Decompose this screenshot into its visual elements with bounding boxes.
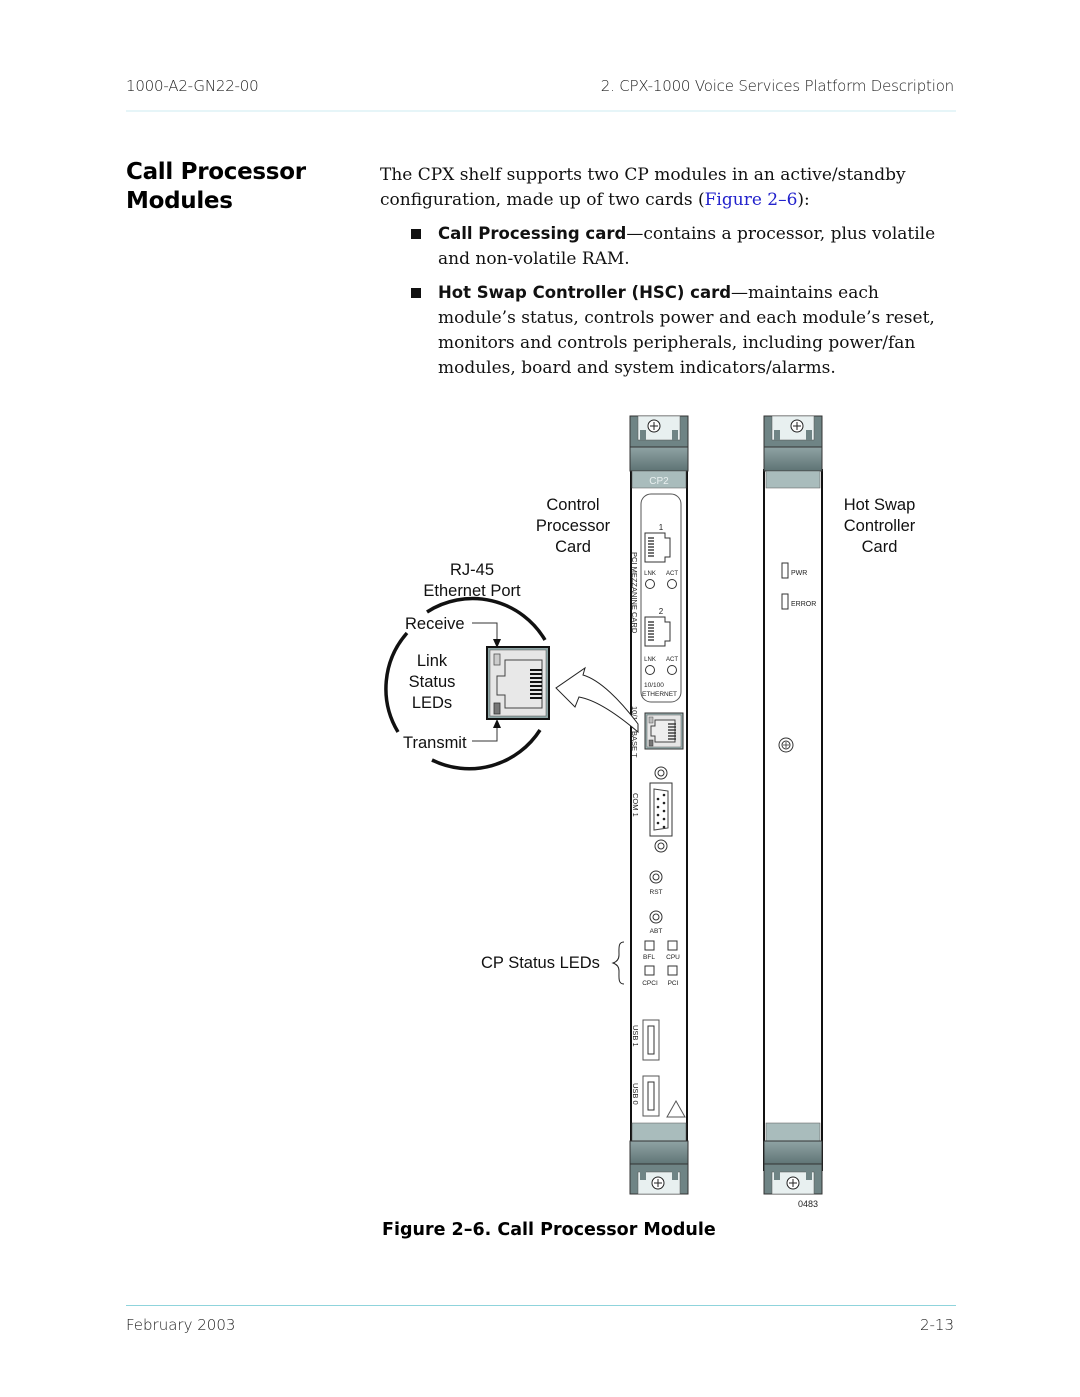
label-line: Card bbox=[555, 538, 591, 556]
intro-text: The CPX shelf supports two CP modules in… bbox=[380, 165, 906, 210]
mezzanine-label: PCI MEZZANINE CARD bbox=[630, 552, 639, 634]
page-number: 2-13 bbox=[919, 1316, 954, 1334]
usb1-port[interactable] bbox=[642, 1019, 660, 1061]
label-line: Controller bbox=[843, 517, 916, 535]
port1-act-label: ACT bbox=[666, 571, 678, 577]
eth-speed-label: 10/100 bbox=[644, 682, 664, 689]
receive-led bbox=[493, 653, 501, 666]
figure-caption: Figure 2–6. Call Processor Module bbox=[382, 1220, 716, 1240]
label-line: Hot Swap bbox=[843, 496, 916, 514]
port2-act-led bbox=[667, 665, 677, 675]
label-rj45-ethernet-port: RJ-45 Ethernet Port bbox=[412, 560, 532, 602]
label-line: Processor bbox=[535, 517, 611, 535]
hsc-bottom-handle[interactable] bbox=[763, 1122, 823, 1195]
callout-arrow-icon bbox=[555, 666, 639, 734]
cpci-label: CPCI bbox=[642, 980, 658, 987]
hsc-top-handle[interactable] bbox=[763, 415, 823, 489]
cpu-label: CPU bbox=[666, 954, 680, 961]
port2-lnk-label: LNK bbox=[644, 657, 656, 663]
port1-label: 1 bbox=[659, 523, 664, 532]
hsc-screw bbox=[778, 737, 794, 753]
section-title-line2: Modules bbox=[126, 188, 233, 214]
transmit-leader bbox=[472, 722, 498, 742]
reset-button[interactable] bbox=[649, 870, 663, 884]
bullet-list: Call Processing card—contains a processo… bbox=[380, 221, 960, 381]
usb0-label: USB 0 bbox=[631, 1083, 640, 1105]
cp-bottom-handle[interactable] bbox=[629, 1122, 689, 1195]
bfl-led bbox=[644, 940, 655, 951]
label-link-status-leds: Link Status LEDs bbox=[400, 651, 464, 714]
bullet-term: Hot Swap Controller (HSC) card bbox=[438, 283, 732, 302]
label-line: Control bbox=[546, 496, 600, 514]
bullet-square-icon bbox=[411, 229, 421, 239]
receive-leader bbox=[472, 622, 498, 646]
intro-paragraph: The CPX shelf supports two CP modules in… bbox=[380, 163, 960, 213]
cpci-led bbox=[644, 965, 655, 976]
label-cp-status-leds: CP Status LEDs bbox=[481, 954, 600, 972]
footer-rule bbox=[126, 1305, 956, 1306]
port1-act-led bbox=[667, 579, 677, 589]
port2-lnk-led bbox=[645, 665, 655, 675]
label-hot-swap-controller-card: Hot Swap Controller Card bbox=[832, 495, 927, 558]
bullet-hot-swap-controller-card: Hot Swap Controller (HSC) card—maintains… bbox=[380, 280, 960, 381]
cp-slot-label: CP2 bbox=[649, 476, 669, 487]
base-t-ethernet-port[interactable] bbox=[644, 712, 684, 750]
header-rule bbox=[126, 110, 956, 112]
figure-link[interactable]: Figure 2–6 bbox=[705, 190, 798, 210]
com-label: COM 1 bbox=[631, 793, 640, 817]
cpu-led bbox=[667, 940, 678, 951]
bullet-term: Call Processing card bbox=[438, 224, 627, 243]
abt-label: ABT bbox=[650, 928, 663, 935]
label-line: RJ-45 bbox=[449, 561, 494, 579]
intro-text-end: ): bbox=[797, 190, 810, 210]
bullet-square-icon bbox=[411, 288, 421, 298]
section-title: Call Processor Modules bbox=[126, 158, 306, 216]
figure-id: 0483 bbox=[798, 1199, 818, 1209]
error-label: ERROR bbox=[791, 601, 816, 608]
cp-card: CP2 PCI MEZZANINE CARD 1 LNK ACT 2 LNK A… bbox=[629, 415, 689, 1195]
transmit-led bbox=[493, 702, 501, 715]
abort-button[interactable] bbox=[649, 910, 663, 924]
label-control-processor-card: Control Processor Card bbox=[528, 495, 618, 558]
port1-lnk-label: LNK bbox=[644, 571, 656, 577]
pci-led bbox=[667, 965, 678, 976]
label-receive: Receive bbox=[405, 615, 465, 633]
footer-date: February 2003 bbox=[126, 1316, 236, 1334]
label-line: LEDs bbox=[411, 694, 453, 712]
usb1-label: USB 1 bbox=[631, 1025, 640, 1047]
port2-label: 2 bbox=[659, 607, 664, 616]
port2-act-label: ACT bbox=[666, 657, 678, 663]
body-text: The CPX shelf supports two CP modules in… bbox=[380, 163, 960, 389]
bullet-call-processing-card: Call Processing card—contains a processo… bbox=[380, 221, 960, 272]
hsc-card: PWR ERROR 0483 bbox=[763, 415, 823, 1209]
pci-label: PCI bbox=[668, 980, 679, 987]
label-line: Link bbox=[416, 652, 448, 670]
status-leds-brace-icon bbox=[611, 941, 625, 985]
error-led bbox=[781, 593, 789, 610]
label-line: Card bbox=[861, 538, 898, 556]
eth-label: ETHERNET bbox=[642, 691, 677, 698]
chapter-title: 2. CPX-1000 Voice Services Platform Desc… bbox=[600, 77, 954, 95]
pwr-label: PWR bbox=[791, 570, 807, 577]
port1-lnk-led bbox=[645, 579, 655, 589]
rst-label: RST bbox=[650, 889, 663, 896]
label-transmit: Transmit bbox=[403, 734, 467, 752]
bfl-label: BFL bbox=[643, 954, 655, 961]
section-title-line1: Call Processor bbox=[126, 159, 306, 185]
document-id: 1000-A2-GN22-00 bbox=[126, 77, 259, 95]
label-line: Ethernet Port bbox=[423, 582, 521, 600]
pwr-led bbox=[781, 562, 789, 579]
label-line: Status bbox=[408, 673, 456, 691]
usb0-port[interactable] bbox=[642, 1075, 660, 1117]
